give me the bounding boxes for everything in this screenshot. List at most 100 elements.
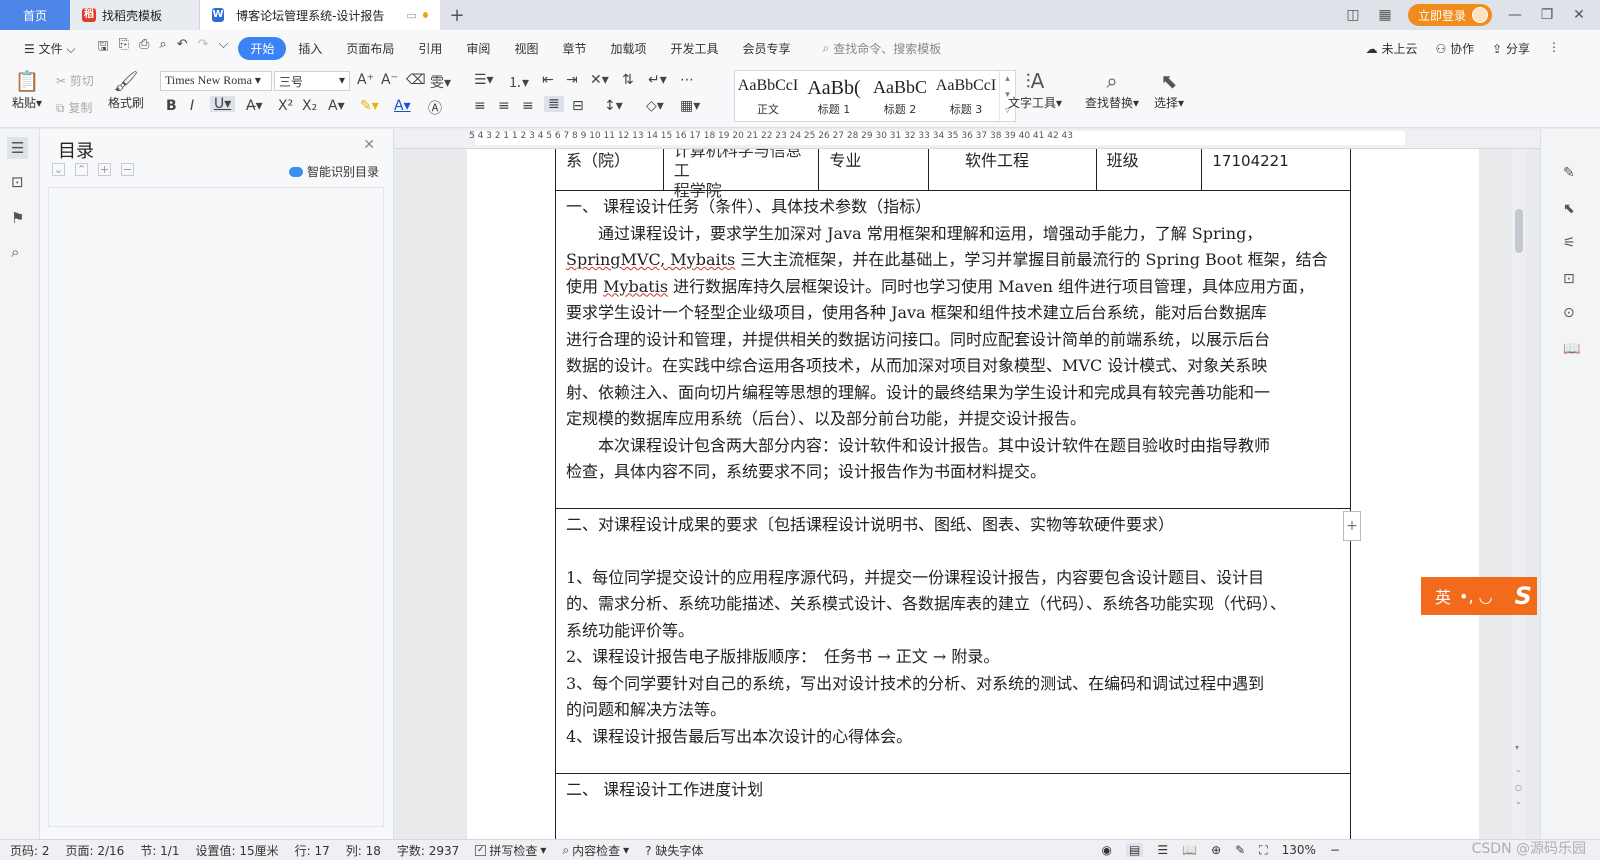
bookmark-icon[interactable]: ⚑ <box>11 209 24 227</box>
font-name-select[interactable]: Times New Roma ▾ <box>160 71 272 91</box>
print-icon[interactable]: ⎙ <box>139 37 149 59</box>
justify-icon[interactable]: ≣ <box>544 96 564 112</box>
superscript-icon[interactable]: X² <box>278 98 293 114</box>
status-words[interactable]: 字数: 2937 <box>397 842 459 859</box>
add-row-button[interactable]: + <box>1343 511 1361 541</box>
copy-button[interactable]: ⧉ 复制 <box>56 99 92 116</box>
format-painter-button[interactable]: 🖌 格式刷 <box>106 68 146 111</box>
horizontal-ruler[interactable]: 5 4 3 2 1 1 2 3 4 5 6 7 8 9 10 11 12 13 … <box>395 129 1540 149</box>
zoom-out-icon[interactable]: − <box>1330 843 1340 857</box>
pointer-icon[interactable]: ⬉ <box>1563 201 1575 217</box>
select-button[interactable]: ⬉ 选择▾ <box>1150 68 1188 111</box>
toc-close-icon[interactable]: ✕ <box>363 137 375 153</box>
toc-expand-icon[interactable]: ⌃ <box>75 163 88 176</box>
borders-icon[interactable]: ▦▾ <box>680 98 700 114</box>
tab-view[interactable]: 视图 <box>502 40 550 57</box>
shrink-font-icon[interactable]: A⁻ <box>381 72 398 88</box>
tab-home-ribbon[interactable]: 开始 <box>238 36 287 60</box>
eye-protect-icon[interactable]: ◉ <box>1102 843 1112 857</box>
text-effect-icon[interactable]: A▾ <box>328 98 345 114</box>
status-pages[interactable]: 页面: 2/16 <box>66 842 125 859</box>
adjust-icon[interactable]: ⚟ <box>1563 235 1576 251</box>
paragraph-icon[interactable]: ↵▾ <box>648 72 667 88</box>
missing-font-button[interactable]: ? 缺失字体 <box>645 842 703 859</box>
strikethrough-icon[interactable]: A̶▾ <box>246 98 263 114</box>
line-spacing-icon[interactable]: ↕▾ <box>604 98 623 114</box>
numbered-list-icon[interactable]: ⒈▾ <box>508 72 529 92</box>
export-pdf-icon[interactable]: ⎘ <box>119 37 129 59</box>
next-page-icon[interactable]: ⌄ <box>1515 797 1522 806</box>
tab-review[interactable]: 审阅 <box>454 40 502 57</box>
shading-icon[interactable]: ◇▾ <box>646 98 664 114</box>
distribute-icon[interactable]: ⊟ <box>572 98 584 114</box>
scroll-down-icon[interactable]: ▾ <box>1515 743 1519 752</box>
scroll-thumb[interactable] <box>1515 209 1523 253</box>
show-marks-icon[interactable]: ⋯ <box>680 72 694 88</box>
tab-member[interactable]: 会员专享 <box>731 40 803 57</box>
toc-panel-icon[interactable]: ☰ <box>7 137 29 159</box>
quick-access-dropdown-icon[interactable]: ⌵ <box>219 37 229 59</box>
spell-check-toggle[interactable]: ✓ 拼写检查 ▾ <box>475 842 546 859</box>
spell-flag-springmvc[interactable]: SpringMVC, Mybaits <box>566 250 735 269</box>
location-icon[interactable]: ⊙ <box>1563 305 1575 321</box>
chapter-nav-icon[interactable]: ⊡ <box>11 173 24 191</box>
ime-punct[interactable]: •, ◡ <box>1459 587 1493 606</box>
tab-insert[interactable]: 插入 <box>286 40 334 57</box>
minimize-icon[interactable]: — <box>1506 7 1524 23</box>
phonetic-icon[interactable]: 雯▾ <box>430 72 451 92</box>
tab-home[interactable]: 首页 <box>0 0 70 30</box>
bullet-list-icon[interactable]: ☰▾ <box>474 72 494 88</box>
layout-icon[interactable]: ◫ <box>1344 7 1362 23</box>
tab-page-layout[interactable]: 页面布局 <box>334 40 406 57</box>
sort-icon[interactable]: ⇅ <box>622 72 634 88</box>
save-icon[interactable]: 🖫 <box>98 37 109 59</box>
web-view-icon[interactable]: ⊕ <box>1211 843 1221 857</box>
tab-template[interactable]: 稻 找稻壳模板 <box>70 0 200 30</box>
align-left-icon[interactable]: ≡ <box>474 98 486 114</box>
tab-addins[interactable]: 加载项 <box>598 40 658 57</box>
toc-add-icon[interactable]: + <box>98 163 111 176</box>
chinese-layout-icon[interactable]: ✕▾ <box>590 72 609 88</box>
cloud-status[interactable]: ☁ 未上云 <box>1366 40 1418 57</box>
style-heading-3[interactable]: AaBbCcI 标题 3 <box>933 71 999 121</box>
outline-view-icon[interactable]: ☰ <box>1157 843 1168 857</box>
bold-icon[interactable]: B <box>166 98 177 114</box>
highlight-icon[interactable]: ✎▾ <box>360 98 379 114</box>
tab-references[interactable]: 引用 <box>406 40 454 57</box>
font-color-icon[interactable]: A▾ <box>394 98 411 114</box>
status-page-no[interactable]: 页码: 2 <box>10 842 50 859</box>
document-area[interactable]: 系（院） 计算机科学与信息工 程学院 专业 软件工程 班级 17104221 一… <box>395 149 1540 839</box>
redo-icon[interactable]: ↷ <box>198 37 209 59</box>
page-view-icon[interactable]: ▤ <box>1126 843 1144 857</box>
preview-icon[interactable]: ⌕ <box>159 37 166 59</box>
font-size-select[interactable]: 三号 ▾ <box>274 71 350 91</box>
vertical-scrollbar[interactable]: ▾ ⌃ ○ ⌄ <box>1512 149 1526 839</box>
decrease-indent-icon[interactable]: ⇤ <box>542 72 554 88</box>
content-check-toggle[interactable]: ⌕ 内容检查 ▾ <box>562 842 629 859</box>
reading-view-icon[interactable]: 📖 <box>1182 843 1197 857</box>
find-icon[interactable]: ⌕ <box>11 243 19 261</box>
select-browse-icon[interactable]: ○ <box>1515 783 1522 792</box>
zoom-level[interactable]: 130% <box>1282 843 1316 857</box>
document-page[interactable]: 系（院） 计算机科学与信息工 程学院 专业 软件工程 班级 17104221 一… <box>467 149 1479 839</box>
italic-icon[interactable]: I <box>190 98 194 114</box>
new-tab-button[interactable]: + <box>440 0 474 30</box>
tab-section[interactable]: 章节 <box>550 40 598 57</box>
find-replace-button[interactable]: ⌕ 查找替换▾ <box>1084 68 1140 111</box>
text-tools-button[interactable]: ⫶A 文字工具▾ <box>1006 68 1064 111</box>
tab-float-icon[interactable]: ▭ <box>406 9 416 22</box>
section-requirements[interactable]: 二、对课程设计成果的要求〔包括课程设计说明书、图纸、图表、实物等软硬件要求） 1… <box>555 509 1351 774</box>
tab-document[interactable]: W 博客论坛管理系统-设计报告 ▭ <box>200 0 440 30</box>
increase-indent-icon[interactable]: ⇥ <box>566 72 578 88</box>
subscript-icon[interactable]: X₂ <box>302 98 317 114</box>
style-normal[interactable]: AaBbCcI 正文 <box>735 71 801 121</box>
clear-format-icon[interactable]: ⌫ <box>406 72 426 88</box>
spell-flag-mybatis[interactable]: Mybatis <box>603 277 668 296</box>
ime-lang[interactable]: 英 <box>1435 584 1451 608</box>
char-border-icon[interactable]: Ⓐ <box>428 98 442 118</box>
style-heading-1[interactable]: AaBb(标题 1 <box>801 71 867 121</box>
toc-collapse-icon[interactable]: ⌄ <box>52 163 65 176</box>
file-menu[interactable]: ☰ 文件 ⌵ <box>12 40 88 57</box>
share-button[interactable]: ⇪ 分享 <box>1492 40 1530 57</box>
cut-button[interactable]: ✂ 剪切 <box>56 72 94 89</box>
